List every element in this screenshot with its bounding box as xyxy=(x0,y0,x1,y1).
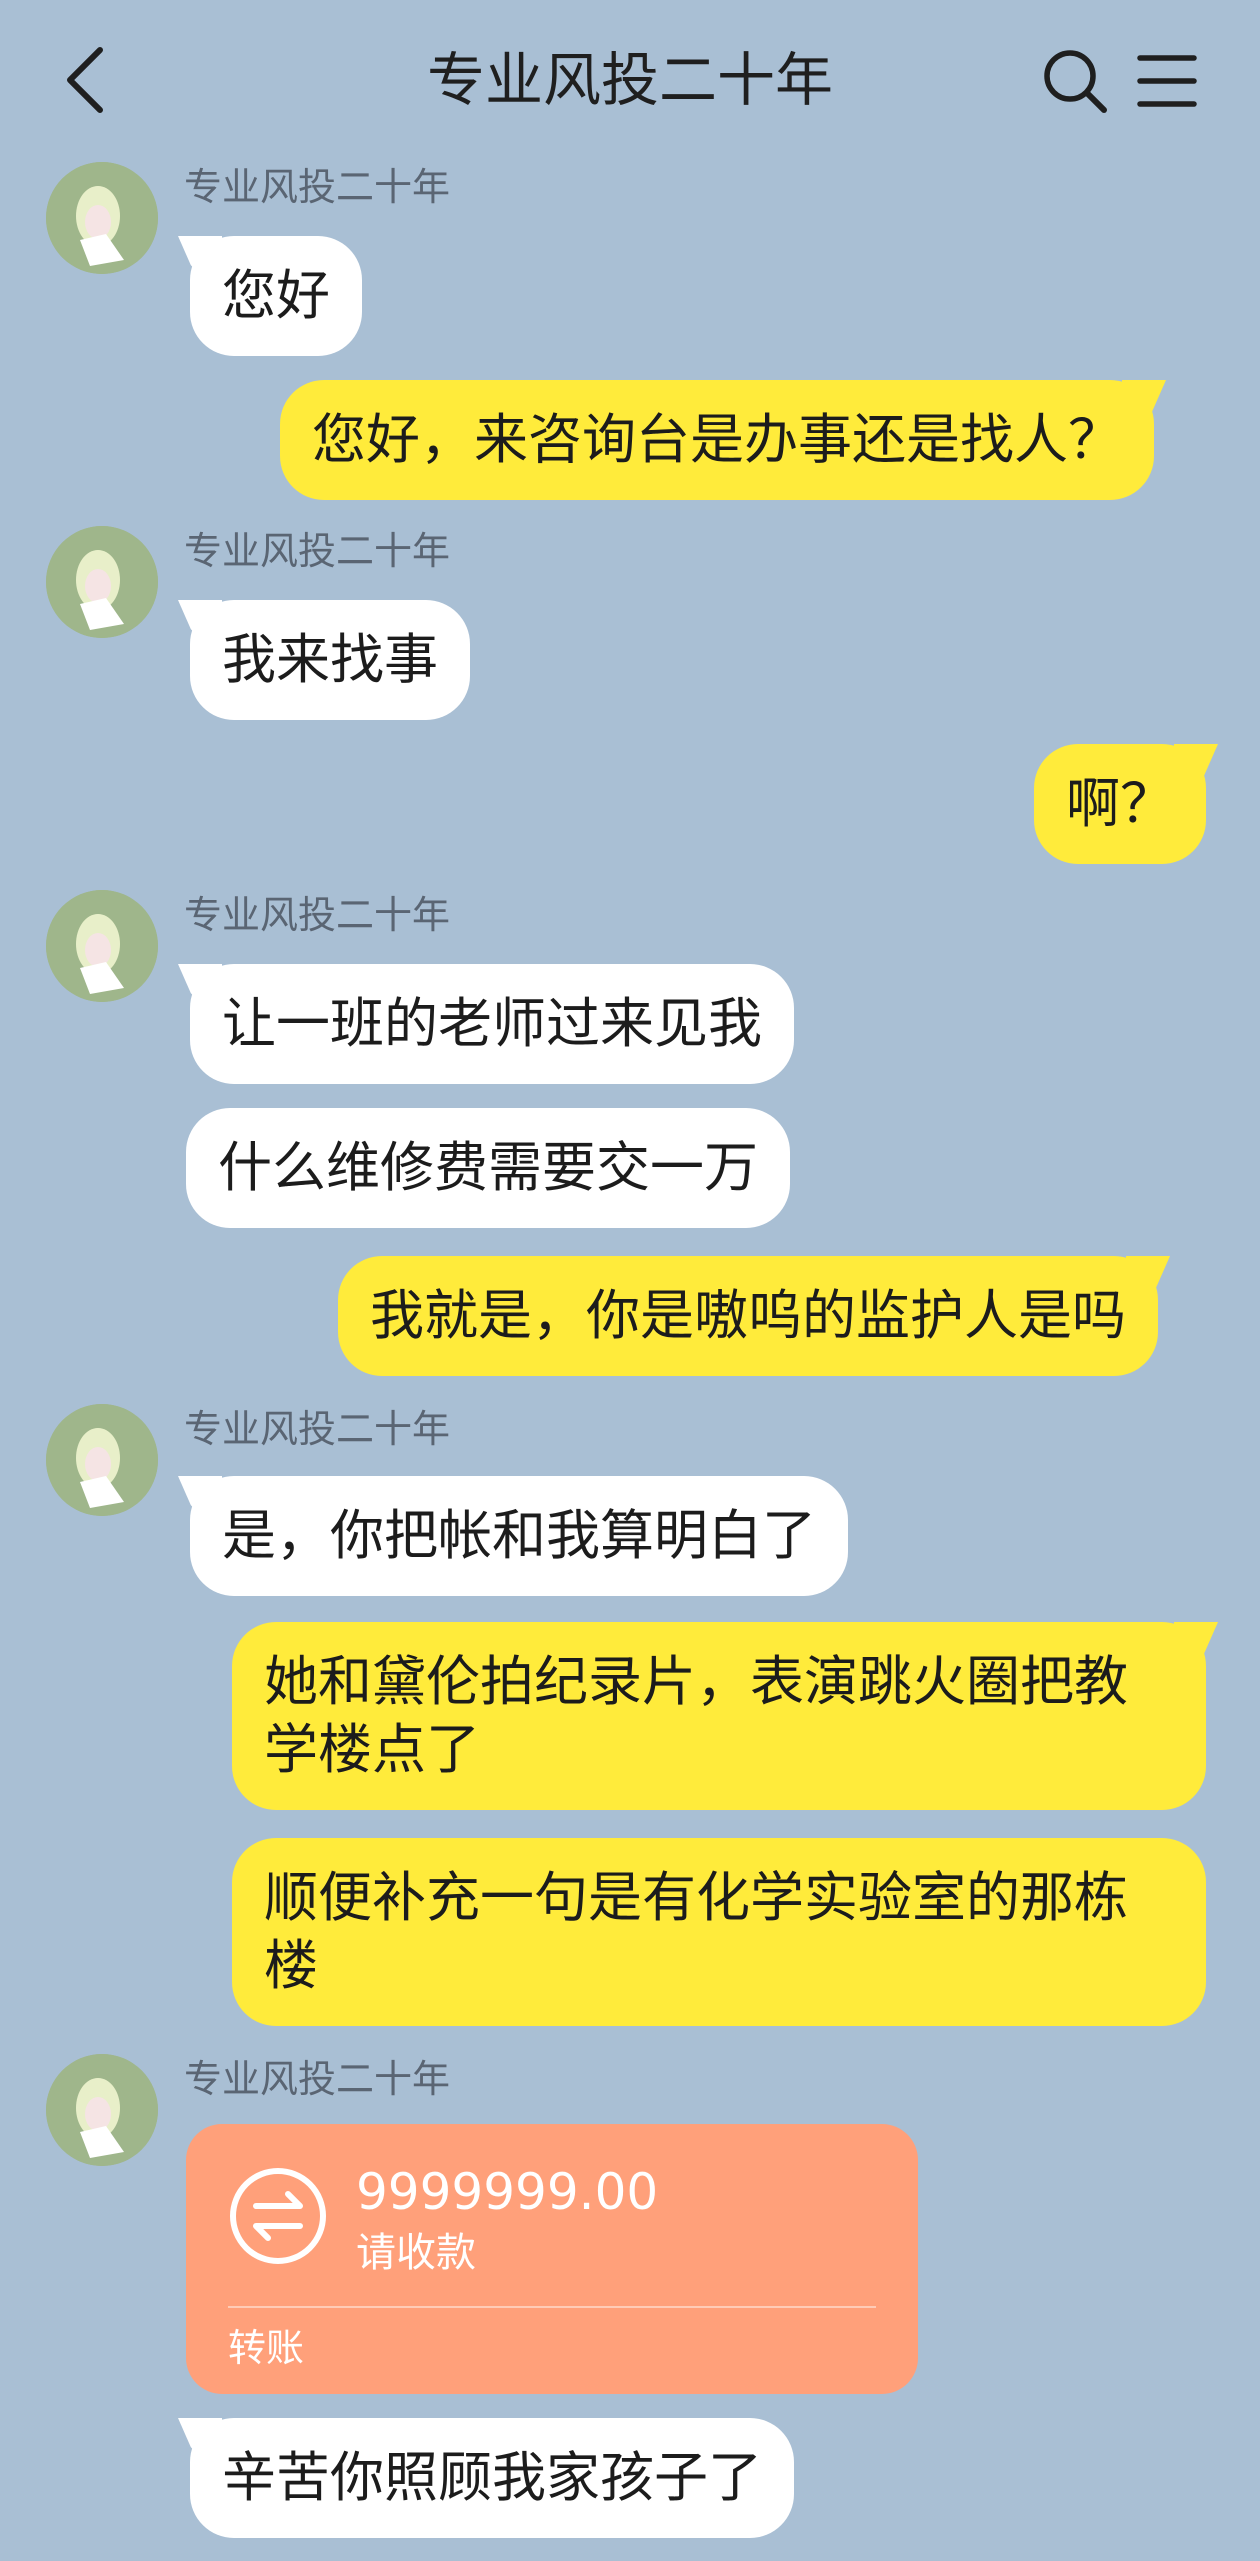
avatar-image xyxy=(46,890,158,1002)
avatar[interactable] xyxy=(46,526,158,638)
sender-name: 专业风投二十年 xyxy=(184,1407,451,1451)
sender-name: 专业风投二十年 xyxy=(184,893,451,937)
message-bubble-incoming[interactable]: 让一班的老师过来见我 xyxy=(190,964,794,1084)
sender-name: 专业风投二十年 xyxy=(184,165,451,209)
avatar[interactable] xyxy=(46,1404,158,1516)
sender-name: 专业风投二十年 xyxy=(184,529,451,573)
message-bubble-outgoing[interactable]: 啊？ xyxy=(1034,744,1206,864)
message-bubble-incoming[interactable]: 是，你把帐和我算明白了 xyxy=(190,1476,848,1596)
hamburger-menu-icon[interactable] xyxy=(1136,52,1198,110)
message-bubble-incoming[interactable]: 辛苦你照顾我家孩子了 xyxy=(190,2418,794,2538)
message-bubble-outgoing[interactable]: 您好，来咨询台是办事还是找人？ xyxy=(280,380,1154,500)
sender-name: 专业风投二十年 xyxy=(184,2057,451,2101)
message-bubble-outgoing[interactable]: 顺便补充一句是有化学实验室的那栋楼 xyxy=(232,1838,1206,2026)
transfer-label: 转账 xyxy=(228,2326,305,2370)
avatar-image xyxy=(46,2054,158,2166)
exchange-arrows-icon xyxy=(230,2168,326,2264)
transfer-amount: 9999999.00 xyxy=(356,2163,659,2221)
chat-header: 专业风投二十年 xyxy=(0,0,1260,160)
message-bubble-incoming[interactable]: 我来找事 xyxy=(190,600,470,720)
message-bubble-outgoing[interactable]: 我就是，你是嗷呜的监护人是吗 xyxy=(338,1256,1158,1376)
avatar[interactable] xyxy=(46,890,158,1002)
avatar[interactable] xyxy=(46,162,158,274)
divider xyxy=(228,2306,876,2308)
avatar-image xyxy=(46,1404,158,1516)
avatar-image xyxy=(46,162,158,274)
message-bubble-incoming[interactable]: 什么维修费需要交一万 xyxy=(186,1108,790,1228)
avatar[interactable] xyxy=(46,2054,158,2166)
message-bubble-incoming[interactable]: 您好 xyxy=(190,236,362,356)
transfer-card[interactable]: 9999999.00 请收款 转账 xyxy=(186,2124,918,2394)
search-icon[interactable] xyxy=(1040,46,1110,116)
transfer-status: 请收款 xyxy=(356,2230,476,2276)
avatar-image xyxy=(46,526,158,638)
message-bubble-outgoing[interactable]: 她和黛伦拍纪录片，表演跳火圈把教学楼点了 xyxy=(232,1622,1206,1810)
